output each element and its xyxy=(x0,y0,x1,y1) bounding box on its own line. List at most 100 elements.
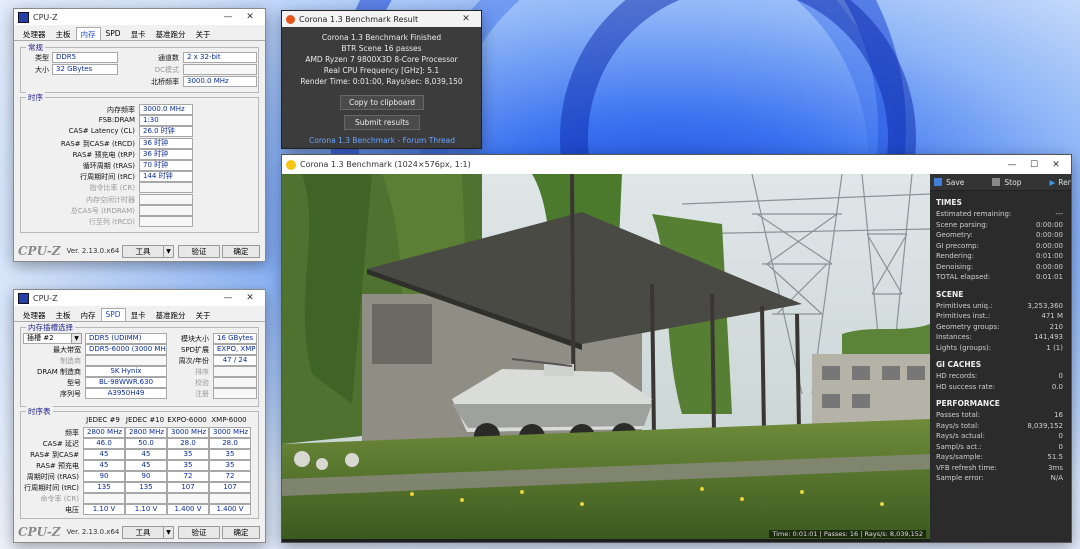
tab-mainboard[interactable]: 主板 xyxy=(51,27,76,40)
tools-button[interactable]: 工具 xyxy=(122,525,164,539)
corona-render-window: Corona 1.3 Benchmark (1024×576px, 1:1) —… xyxy=(281,154,1072,543)
close-button[interactable]: ✕ xyxy=(239,293,261,303)
stats-row: Scene parsing: 0:00:00 xyxy=(930,220,1071,231)
stats-value: 210 xyxy=(1049,322,1063,331)
close-button[interactable]: ✕ xyxy=(455,14,477,24)
part-label: 型号 xyxy=(67,379,81,387)
cpuz-spd-window: CPU-Z — ✕ 处理器 主板 内存 SPD 显卡 基准跑分 关于 内存插槽选… xyxy=(13,289,266,543)
slot-group: 内存插槽选择 插槽 #2 ▼ DDR5 (UDIMM) 模块大小 16 GByt… xyxy=(20,322,259,407)
cpuz-logo: CPU-Z xyxy=(18,244,61,258)
general-group: 常规 类型 DDR5 大小 32 GBytes 通道数 2 x 32-bit D… xyxy=(20,42,259,93)
table-header: JEDEC #10 xyxy=(125,416,165,424)
tab-about[interactable]: 关于 xyxy=(191,27,216,40)
stop-button[interactable]: Stop xyxy=(992,178,1035,187)
timing-label: RAS# 预充电 (tRP) xyxy=(72,150,135,159)
timing-label: RAS# 到CAS# (tRCD) xyxy=(60,139,135,148)
type-label: 类型 xyxy=(35,54,49,62)
window-title: CPU-Z xyxy=(33,293,58,303)
timing-label: 内存频率 xyxy=(107,106,135,114)
stats-value: 0:01:00 xyxy=(1036,252,1063,260)
tab-memory[interactable]: 内存 xyxy=(76,308,101,321)
table-cell: 135 xyxy=(83,482,125,493)
channels-label: 通道数 xyxy=(158,54,179,62)
table-row-label: 行周期时间 (tRC) xyxy=(24,484,79,492)
validate-button[interactable]: 验证 xyxy=(178,525,220,539)
table-cell: 90 xyxy=(125,471,167,482)
title-bar: Corona 1.3 Benchmark Result ✕ xyxy=(282,11,481,27)
stats-row: TOTAL elapsed: 0:01:01 xyxy=(930,272,1071,283)
stats-row: Primitives uniq.: 3,253,360 xyxy=(930,301,1071,312)
slot-select[interactable]: 插槽 #2 xyxy=(23,333,75,344)
close-button[interactable]: ✕ xyxy=(239,12,261,22)
timing-label: 内存空闲计时器 xyxy=(86,195,135,204)
tab-processor[interactable]: 处理器 xyxy=(18,27,51,40)
table-cell: 45 xyxy=(125,449,167,460)
tools-button[interactable]: 工具 xyxy=(122,244,164,258)
ok-button[interactable]: 确定 xyxy=(222,244,260,258)
tab-bench[interactable]: 基准跑分 xyxy=(151,27,191,40)
tab-bar: 处理器 主板 内存 SPD 显卡 基准跑分 关于 xyxy=(14,25,265,41)
stats-value: 51.5 xyxy=(1047,453,1063,461)
close-button[interactable]: ✕ xyxy=(1045,160,1067,170)
corona-app-icon xyxy=(286,14,295,24)
forum-thread-link[interactable]: Corona 1.3 Benchmark - Forum Thread xyxy=(309,136,455,145)
stats-key: Lights (groups): xyxy=(936,343,992,352)
cpuz-footer: CPU-Z Ver. 2.13.0.x64 工具 ▼ 验证 确定 xyxy=(14,522,265,542)
slot-dropdown-icon[interactable]: ▼ xyxy=(71,333,82,344)
render-label: Render xyxy=(1058,177,1072,187)
render-button[interactable]: ▶Render xyxy=(1049,177,1072,187)
stats-row: Sampl/s act.: 0 xyxy=(930,442,1071,453)
tab-spd[interactable]: SPD xyxy=(100,308,126,321)
ok-button[interactable]: 确定 xyxy=(222,525,260,539)
maximize-button[interactable]: ☐ xyxy=(1023,160,1045,170)
tab-about[interactable]: 关于 xyxy=(191,308,216,321)
timing-value: 36 时钟 xyxy=(139,137,193,149)
result-line-finished: Corona 1.3 Benchmark Finished xyxy=(321,33,442,42)
table-cell: 45 xyxy=(83,460,125,471)
module-type-value: DDR5 (UDIMM) xyxy=(85,333,167,344)
cpuz-logo: CPU-Z xyxy=(18,525,61,539)
minimize-button[interactable]: — xyxy=(217,293,239,303)
stats-section-header: SCENE xyxy=(936,289,964,299)
tab-processor[interactable]: 处理器 xyxy=(18,308,51,321)
channels-value: 2 x 32-bit xyxy=(183,52,257,63)
module-size-label: 模块大小 xyxy=(181,335,209,343)
copy-clipboard-button[interactable]: Copy to clipboard xyxy=(340,95,424,110)
timing-label: 行至列 (tRCD) xyxy=(88,218,135,226)
table-cell: 45 xyxy=(83,449,125,460)
submit-results-button[interactable]: Submit results xyxy=(344,115,420,130)
table-cell: 45 xyxy=(125,460,167,471)
tab-bench[interactable]: 基准跑分 xyxy=(151,308,191,321)
minimize-button[interactable]: — xyxy=(217,12,239,22)
stats-key: Estimated remaining: xyxy=(936,210,1012,218)
save-label: Save xyxy=(946,177,965,187)
tab-memory[interactable]: 内存 xyxy=(75,27,101,40)
timing-value xyxy=(139,193,193,205)
table-cell: 1.400 V xyxy=(167,504,209,515)
tab-mainboard[interactable]: 主板 xyxy=(51,308,76,321)
table-cell xyxy=(167,493,209,504)
rank-value xyxy=(213,366,257,377)
table-header: XMP-6000 xyxy=(211,416,247,424)
table-cell: 3000 MHz xyxy=(167,427,209,438)
validate-button[interactable]: 验证 xyxy=(178,244,220,258)
tab-spd[interactable]: SPD xyxy=(101,27,126,40)
stats-key: Sample error: xyxy=(936,474,984,482)
table-row-label: 电压 xyxy=(65,506,79,514)
tab-graphics[interactable]: 显卡 xyxy=(126,308,151,321)
table-cell: 50.0 xyxy=(125,438,167,449)
title-bar: Corona 1.3 Benchmark (1024×576px, 1:1) —… xyxy=(282,155,1071,174)
tools-dropdown-icon[interactable]: ▼ xyxy=(163,525,174,539)
tools-dropdown-icon[interactable]: ▼ xyxy=(163,244,174,258)
save-button[interactable]: Save xyxy=(930,178,978,187)
tab-graphics[interactable]: 显卡 xyxy=(126,27,151,40)
stats-value: 3,253,360 xyxy=(1027,301,1063,310)
stats-row: Rendering: 0:01:00 xyxy=(930,251,1071,262)
version-label: Ver. 2.13.0.x64 xyxy=(66,247,120,255)
table-row-label: 频率 xyxy=(65,429,79,437)
max-bw-value: DDR5-6000 (3000 MHz) xyxy=(85,344,167,355)
table-cell: 135 xyxy=(125,482,167,493)
minimize-button[interactable]: — xyxy=(1001,160,1023,170)
stats-value: 0:00:00 xyxy=(1036,241,1063,250)
dram-mfr-value: SK Hynix xyxy=(85,366,167,377)
